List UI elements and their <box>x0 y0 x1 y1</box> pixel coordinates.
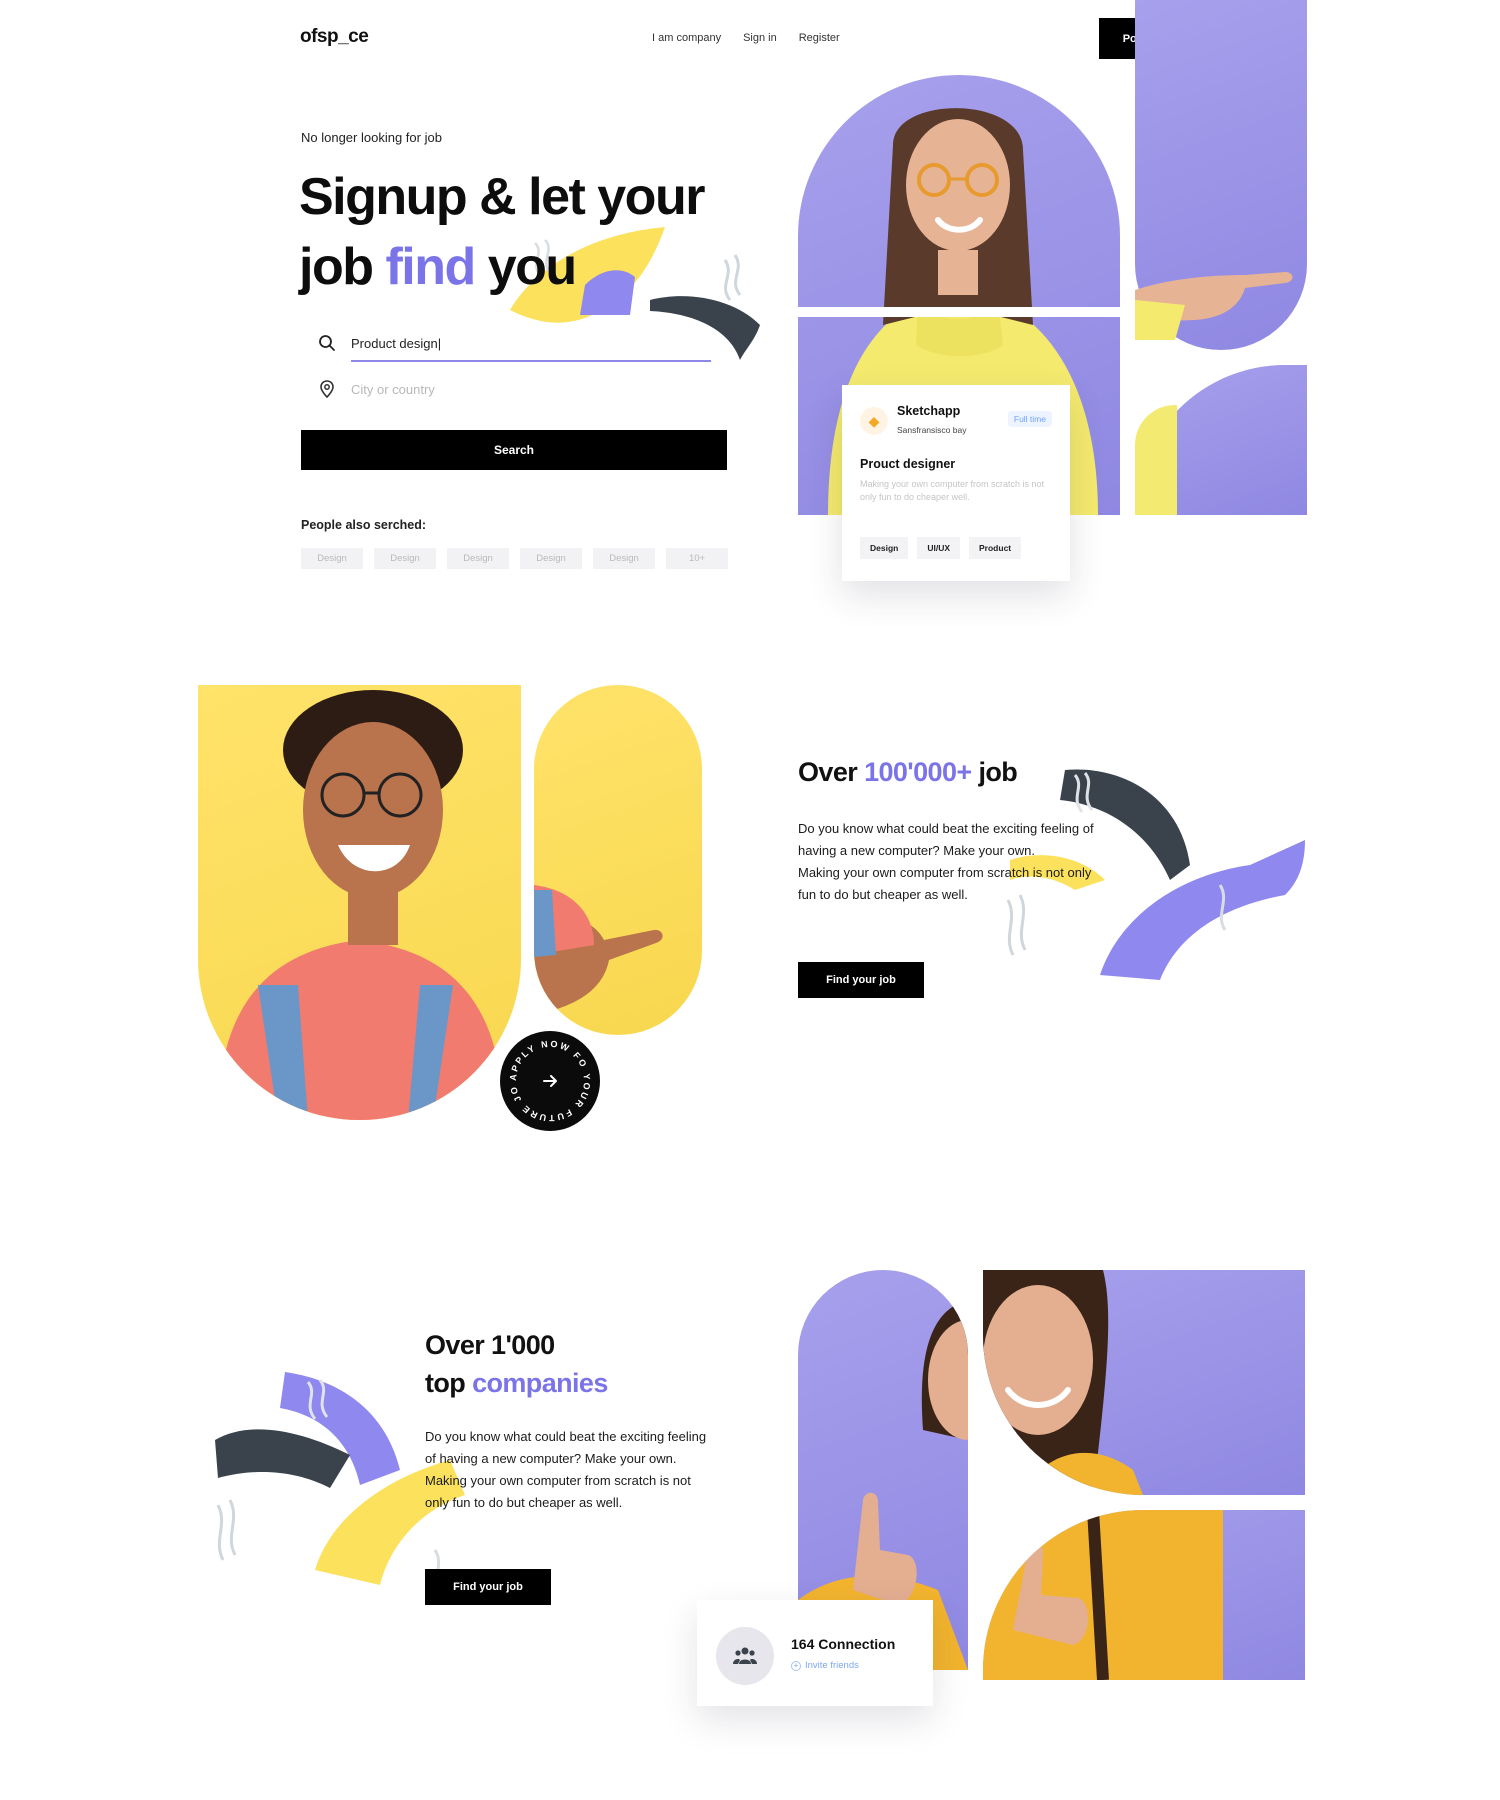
nav-register[interactable]: Register <box>799 32 840 44</box>
job-card-title: Prouct designer <box>860 457 956 471</box>
location-input-placeholder: City or country <box>351 381 435 397</box>
section3-paragraph: Do you know what could beat the exciting… <box>425 1426 715 1514</box>
apply-now-badge[interactable]: APPLY NOW FO YOUR FUTURE JOB <box>496 1023 600 1131</box>
section3-title-top: top <box>425 1368 466 1398</box>
headline-line-1: Signup & let your <box>299 168 705 226</box>
sleeve-shape <box>1135 405 1177 515</box>
nav-i-am-company[interactable]: I am company <box>652 32 721 44</box>
hero-photo-quarter <box>1135 365 1307 515</box>
job-tag[interactable]: Product <box>969 537 1022 559</box>
laughing-person-illustration <box>218 690 503 1120</box>
hero-eyebrow: No longer looking for job <box>301 130 442 145</box>
hero-headline: Signup & let your job find you <box>299 162 705 302</box>
find-your-job-button-2[interactable]: Find your job <box>425 1569 551 1605</box>
section2-paragraph: Do you know what could beat the exciting… <box>798 818 1098 906</box>
logo[interactable]: ofsp_ce <box>300 26 369 48</box>
section2-title-number: 100'000+ <box>864 757 972 787</box>
job-type-badge: Full time <box>1007 411 1052 427</box>
search-icon <box>319 335 335 351</box>
section2-title-suffix: job <box>978 757 1018 787</box>
invite-friends-label: Invite friends <box>805 1660 859 1671</box>
pointing-hand <box>1135 272 1293 340</box>
headline-word-you: you <box>487 238 577 296</box>
job-card-description: Making your own computer from scratch is… <box>860 479 1045 502</box>
section2-paragraph-2: Making your own computer from scratch is… <box>798 865 1092 902</box>
location-pin-icon <box>320 380 334 399</box>
section2-title-prefix: Over <box>798 757 858 787</box>
search-chip[interactable]: Design <box>447 548 509 569</box>
collage-divider <box>798 307 1120 317</box>
also-searched-label: People also serched: <box>301 518 427 532</box>
pointing-arm-illustration <box>534 885 663 1015</box>
headline-word-find: find <box>385 238 476 296</box>
search-chip-more[interactable]: 10+ <box>666 548 728 569</box>
search-chip[interactable]: Design <box>520 548 582 569</box>
search-chip[interactable]: Design <box>374 548 436 569</box>
section3-title: Over 1'000 top companies <box>425 1326 608 1402</box>
search-input-underline <box>351 360 711 362</box>
arrow-right-icon <box>543 1075 557 1087</box>
search-button[interactable]: Search <box>301 430 727 470</box>
job-card-location: Sansfransisco bay <box>897 425 967 435</box>
connection-count: 164 Connection <box>791 1636 896 1652</box>
sweater-illustration <box>983 1510 1223 1680</box>
section3-paragraph-1: Do you know what could beat the exciting… <box>425 1429 707 1466</box>
search-chip[interactable]: Design <box>301 548 363 569</box>
location-input[interactable]: City or country <box>301 366 727 412</box>
group-icon <box>716 1627 774 1685</box>
section3-photo-top-right <box>983 1270 1305 1495</box>
section2-photo-arch <box>198 685 521 1120</box>
plus-icon: + <box>791 1660 801 1671</box>
section3-title-line-2: top companies <box>425 1364 608 1402</box>
search-chip[interactable]: Design <box>593 548 655 569</box>
section2-title: Over 100'000+ job <box>798 757 1018 788</box>
hero-photo-column <box>1135 0 1307 350</box>
job-tag[interactable]: UI/UX <box>917 537 961 559</box>
top-nav: I am company Sign in Register <box>652 32 840 44</box>
section2-photo-pill <box>534 685 702 1035</box>
section3-paragraph-2: Making your own computer from scratch is… <box>425 1473 691 1510</box>
job-card-tags: Design UI/UX Product <box>860 537 1022 559</box>
section2-paragraph-1: Do you know what could beat the exciting… <box>798 821 1094 858</box>
sketch-logo-icon: ◆ <box>860 407 888 435</box>
search-input-value: Product design| <box>351 335 442 351</box>
section3-photo-bottom-right <box>983 1510 1305 1680</box>
smiling-person-illustration <box>983 1270 1143 1495</box>
find-your-job-button[interactable]: Find your job <box>798 962 924 998</box>
job-card-company: Sketchapp <box>897 404 961 418</box>
also-searched-chips: Design Design Design Design Design 10+ <box>301 548 728 569</box>
invite-friends-link[interactable]: + Invite friends <box>791 1660 859 1671</box>
section3-title-line-1: Over 1'000 <box>425 1330 555 1360</box>
section3-title-companies: companies <box>472 1368 608 1398</box>
job-tag[interactable]: Design <box>860 537 909 559</box>
search-input[interactable]: Product design| <box>301 320 727 366</box>
nav-sign-in[interactable]: Sign in <box>743 32 777 44</box>
job-card[interactable]: ◆ Sketchapp Sansfransisco bay Full time … <box>842 385 1070 581</box>
headline-word-job: job <box>299 238 374 296</box>
connection-card[interactable]: 164 Connection + Invite friends <box>697 1600 933 1706</box>
headline-line-2: job find you <box>299 232 704 302</box>
